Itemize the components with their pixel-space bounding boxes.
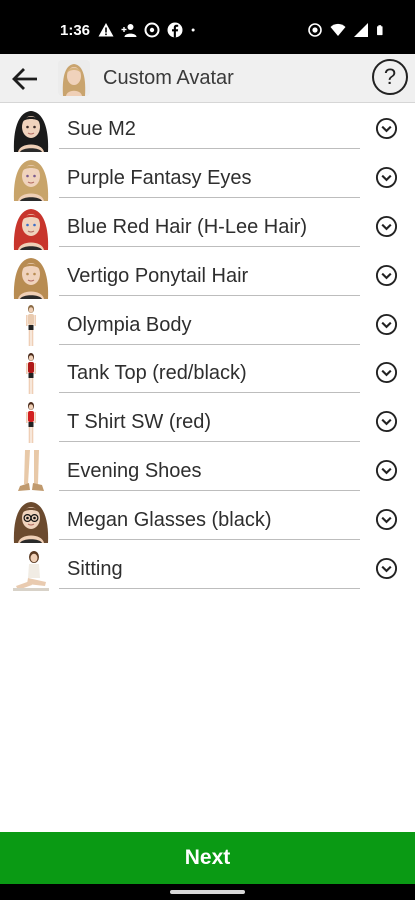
row-divider: [59, 490, 360, 492]
list-item[interactable]: Vertigo Ponytail Hair: [0, 251, 415, 300]
list-item[interactable]: Purple Fantasy Eyes: [0, 153, 415, 202]
row-divider: [59, 441, 360, 443]
item-label: Tank Top (red/black): [67, 362, 247, 385]
home-handle[interactable]: [170, 890, 245, 894]
chevron-down-circle-icon[interactable]: [375, 215, 398, 238]
item-thumbnail: [13, 208, 49, 250]
chevron-down-circle-icon[interactable]: [375, 410, 398, 433]
vpn-icon: [144, 22, 160, 38]
row-divider: [59, 294, 360, 296]
row-divider: [59, 588, 360, 590]
help-button[interactable]: ?: [372, 59, 408, 95]
item-thumbnail: [26, 402, 36, 444]
item-label: Evening Shoes: [67, 460, 202, 483]
screen: 1:36 Custom Avatar ? Sue M2 Purple Fanta…: [0, 0, 415, 900]
item-label: Megan Glasses (black): [67, 509, 272, 532]
row-divider: [59, 245, 360, 247]
location-icon: [308, 23, 322, 37]
chevron-down-circle-icon[interactable]: [375, 459, 398, 482]
dot-icon: [191, 28, 195, 32]
item-label: Sue M2: [67, 118, 136, 140]
wifi-icon: [330, 23, 346, 36]
chevron-down-circle-icon[interactable]: [375, 117, 398, 140]
row-divider: [59, 148, 360, 149]
list-item[interactable]: Olympia Body: [0, 300, 415, 349]
chevron-down-circle-icon[interactable]: [375, 508, 398, 531]
battery-icon: [377, 25, 383, 36]
app-bar: Custom Avatar ?: [0, 54, 415, 103]
item-label: Purple Fantasy Eyes: [67, 166, 252, 189]
status-bar: 1:36: [0, 0, 415, 54]
row-divider: [59, 539, 360, 541]
avatar-item-list: Sue M2 Purple Fantasy Eyes Blue Red Hair (…: [0, 104, 415, 593]
item-thumbnail: [26, 353, 36, 395]
item-thumbnail: [26, 304, 36, 346]
signal-icon: [354, 23, 368, 37]
item-thumbnail: [13, 111, 49, 152]
avatar: [58, 60, 90, 96]
item-thumbnail: [13, 159, 49, 201]
list-item[interactable]: Sitting: [0, 544, 415, 593]
navigation-bar: [0, 884, 415, 900]
person-add-icon: [121, 24, 137, 37]
arrow-back-icon[interactable]: [8, 62, 42, 96]
row-divider: [59, 392, 360, 394]
item-thumbnail: [13, 551, 49, 592]
item-label: Blue Red Hair (H-Lee Hair): [67, 215, 308, 238]
item-thumbnail: [13, 257, 49, 299]
chevron-down-circle-icon[interactable]: [375, 557, 398, 580]
item-label: Sitting: [67, 558, 123, 581]
chevron-down-circle-icon[interactable]: [375, 166, 398, 189]
item-thumbnail: [18, 450, 44, 492]
item-label: Vertigo Ponytail Hair: [67, 264, 249, 287]
chevron-down-circle-icon[interactable]: [375, 361, 398, 384]
row-divider: [59, 343, 360, 345]
status-time: 1:36: [60, 22, 91, 39]
list-item[interactable]: Evening Shoes: [0, 446, 415, 495]
row-divider: [59, 196, 360, 198]
status-right-icons: [307, 22, 387, 38]
chevron-down-circle-icon[interactable]: [375, 264, 398, 287]
list-item[interactable]: Sue M2: [0, 104, 415, 153]
page-title: Custom Avatar: [103, 67, 234, 89]
item-label: T Shirt SW (red): [67, 411, 212, 434]
status-left-icons: [98, 22, 200, 38]
list-item[interactable]: Megan Glasses (black): [0, 495, 415, 544]
item-label: Olympia Body: [67, 313, 192, 336]
next-button[interactable]: Next: [0, 832, 415, 884]
list-item[interactable]: T Shirt SW (red): [0, 397, 415, 446]
list-item[interactable]: Tank Top (red/black): [0, 348, 415, 397]
facebook-icon: [167, 22, 183, 38]
item-thumbnail: [13, 502, 49, 544]
chevron-down-circle-icon[interactable]: [375, 313, 398, 336]
warning-icon: [98, 23, 114, 37]
list-item[interactable]: Blue Red Hair (H-Lee Hair): [0, 202, 415, 251]
